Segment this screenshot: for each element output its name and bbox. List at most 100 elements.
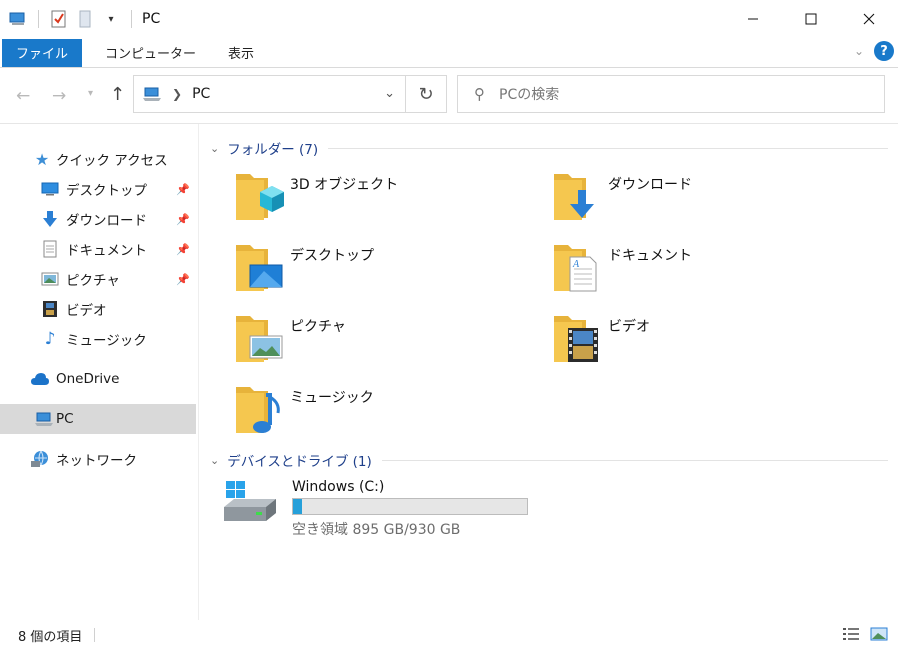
chevron-right-icon: ❯ — [172, 87, 183, 101]
sidebar-item-videos[interactable]: ビデオ — [0, 294, 196, 324]
folder-3d-objects-icon — [234, 168, 286, 224]
close-button[interactable] — [840, 0, 898, 38]
sidebar-item-documents[interactable]: ドキュメント 📌 — [0, 234, 196, 264]
item-count: 8 個の項目 — [18, 629, 83, 645]
folder-documents[interactable]: A ドキュメント — [552, 239, 692, 295]
tab-computer[interactable]: コンピューター — [92, 39, 209, 67]
up-button[interactable]: ↑ — [110, 84, 125, 105]
recent-locations-icon[interactable]: ▾ — [88, 88, 93, 99]
sidebar-item-pictures[interactable]: ピクチャ 📌 — [0, 264, 196, 294]
breadcrumb-pc[interactable]: PC — [192, 86, 210, 102]
picture-icon — [40, 269, 60, 289]
drive-free-space: 空き領域 895 GB/930 GB — [292, 522, 461, 538]
pin-icon[interactable]: 📌 — [176, 243, 190, 256]
pin-icon[interactable]: 📌 — [176, 213, 190, 226]
properties-icon[interactable] — [49, 9, 69, 29]
search-icon: ⚲ — [474, 85, 485, 103]
sidebar-item-onedrive[interactable]: OneDrive — [0, 364, 196, 394]
cloud-icon — [30, 369, 50, 389]
toolbar-divider — [131, 10, 132, 28]
folder-videos-icon — [552, 310, 604, 366]
customize-toolbar-icon[interactable]: ▾ — [101, 9, 121, 29]
pin-icon[interactable]: 📌 — [176, 183, 190, 196]
refresh-button[interactable]: ↻ — [405, 75, 447, 113]
back-button[interactable]: ← — [16, 86, 30, 106]
drive-c[interactable]: Windows (C:) 空き領域 895 GB/930 GB — [222, 479, 528, 539]
sidebar-item-label: OneDrive — [56, 371, 120, 387]
pc-icon — [143, 87, 161, 101]
minimize-button[interactable] — [724, 0, 782, 38]
document-icon — [40, 239, 60, 259]
folder-downloads[interactable]: ダウンロード — [552, 168, 692, 224]
forward-button[interactable]: → — [52, 86, 66, 106]
pc-icon — [34, 409, 54, 429]
chevron-down-icon: ⌄ — [210, 141, 220, 155]
folder-documents-icon: A — [552, 239, 604, 295]
film-icon — [40, 299, 60, 319]
drives-section-header[interactable]: ⌄ デバイスとドライブ (1) — [210, 450, 888, 470]
chevron-down-icon[interactable]: ⌄ — [384, 86, 395, 101]
large-icons-view-icon[interactable] — [870, 626, 888, 646]
sidebar-item-music[interactable]: ♪ ミュージック — [0, 324, 196, 354]
sidebar-item-desktop[interactable]: デスクトップ 📌 — [0, 174, 196, 204]
folders-section-header[interactable]: ⌄ フォルダー (7) — [210, 138, 888, 158]
folder-desktop-icon — [234, 239, 286, 295]
close-icon — [863, 13, 875, 25]
address-bar[interactable]: ❯ PC ⌄ — [133, 75, 406, 113]
pin-icon[interactable]: 📌 — [176, 273, 190, 286]
folder-videos[interactable]: ビデオ — [552, 310, 650, 366]
sidebar-item-label: ミュージック — [66, 333, 147, 349]
sidebar-item-network[interactable]: ネットワーク — [0, 444, 196, 474]
folder-label: デスクトップ — [290, 248, 374, 264]
folder-music-icon — [234, 381, 286, 437]
drive-usage-fill — [293, 499, 302, 514]
network-icon — [30, 449, 50, 469]
folder-desktop[interactable]: デスクトップ — [234, 239, 374, 295]
sidebar-item-label: デスクトップ — [66, 183, 147, 199]
download-arrow-icon — [40, 209, 60, 229]
folder-label: ミュージック — [290, 390, 374, 406]
maximize-button[interactable] — [782, 0, 840, 38]
window-controls — [724, 0, 898, 38]
folder-3d-objects[interactable]: 3D オブジェクト — [234, 168, 398, 224]
title-bar: ▾ PC — [0, 0, 898, 38]
folder-pictures[interactable]: ピクチャ — [234, 310, 346, 366]
quick-access-toolbar: ▾ — [0, 0, 136, 38]
details-view-icon[interactable] — [842, 626, 860, 646]
sidebar-item-quick-access[interactable]: ★ クイック アクセス — [0, 144, 196, 174]
section-divider — [381, 459, 888, 461]
content-pane: ⌄ フォルダー (7) 3D オブジェクト ダウンロード デスクトップ A ドキ… — [200, 124, 898, 620]
window-title: PC — [142, 11, 161, 27]
sidebar-item-downloads[interactable]: ダウンロード 📌 — [0, 204, 196, 234]
pc-app-icon[interactable] — [8, 9, 28, 29]
sidebar-item-label: クイック アクセス — [56, 153, 168, 169]
folder-pictures-icon — [234, 310, 286, 366]
desktop-icon — [40, 179, 60, 199]
chevron-down-icon: ⌄ — [210, 453, 220, 467]
folder-downloads-icon — [552, 168, 604, 224]
folder-label: ダウンロード — [608, 177, 692, 193]
drive-name: Windows (C:) — [292, 479, 385, 495]
expand-ribbon-icon[interactable]: ⌄ — [854, 44, 864, 58]
drive-icon — [222, 479, 278, 539]
tab-file[interactable]: ファイル — [2, 38, 83, 67]
tab-view[interactable]: 表示 — [215, 39, 267, 67]
section-divider — [328, 147, 888, 149]
folder-music[interactable]: ミュージック — [234, 381, 374, 437]
new-folder-icon[interactable] — [75, 9, 95, 29]
maximize-icon — [805, 13, 817, 25]
help-icon[interactable]: ? — [874, 41, 894, 61]
folder-label: ビデオ — [608, 319, 650, 335]
ribbon-right-controls: ⌄ ? — [854, 41, 894, 61]
search-input[interactable]: ⚲ PCの検索 — [457, 75, 885, 113]
minimize-icon — [748, 18, 758, 20]
sidebar-item-label: ピクチャ — [66, 273, 120, 289]
drive-usage-bar — [292, 498, 528, 515]
sidebar-item-pc[interactable]: PC — [0, 404, 196, 434]
star-icon: ★ — [34, 149, 50, 169]
search-placeholder: PCの検索 — [499, 87, 560, 103]
sidebar-item-label: ネットワーク — [56, 453, 137, 469]
svg-text:A: A — [572, 259, 580, 270]
refresh-icon: ↻ — [418, 83, 434, 105]
navigation-pane: ★ クイック アクセス デスクトップ 📌 ダウンロード 📌 ドキュメント 📌 ピ… — [0, 124, 199, 620]
